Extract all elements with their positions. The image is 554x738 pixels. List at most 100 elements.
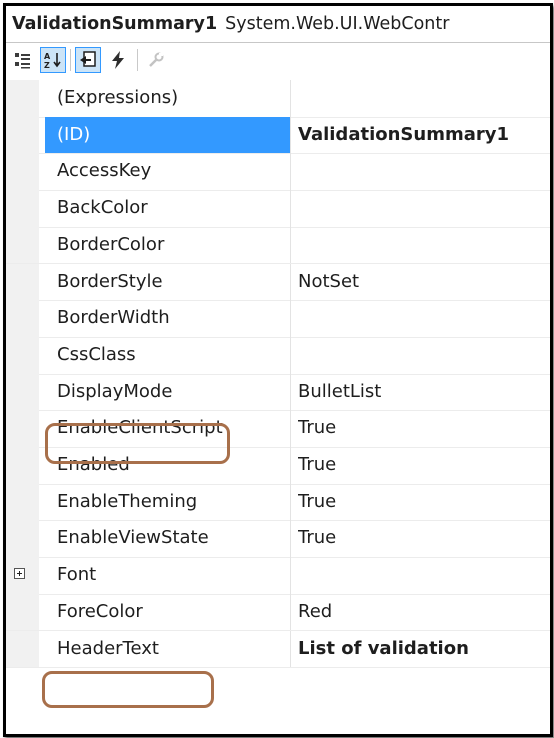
property-row-headertext[interactable]: HeaderText List of validation (6, 630, 550, 669)
object-type: System.Web.UI.WebContr (225, 14, 450, 34)
property-name: EnableClientScript (57, 417, 223, 439)
property-grid: (Expressions) (ID) ValidationSummary1 Ac… (6, 80, 550, 734)
property-row-font[interactable]: Font (6, 557, 550, 595)
property-value[interactable]: BulletList (298, 374, 550, 411)
column-divider (290, 593, 291, 631)
row-gutter (6, 336, 39, 374)
row-gutter (6, 116, 39, 154)
object-selector[interactable]: ValidationSummary1 System.Web.UI.WebContr (6, 6, 550, 43)
property-name: BorderColor (57, 233, 165, 255)
column-divider (290, 300, 291, 337)
svg-text:Z: Z (44, 61, 50, 70)
object-name: ValidationSummary1 (12, 14, 218, 34)
column-divider (290, 263, 291, 301)
property-value[interactable]: True (298, 484, 550, 521)
property-row-cssclass[interactable]: CssClass (6, 336, 550, 375)
alphabetical-icon: A Z (44, 52, 61, 70)
property-name: DisplayMode (57, 380, 173, 402)
column-divider (290, 190, 291, 227)
property-name: Enabled (57, 454, 130, 475)
svg-text:A: A (44, 52, 51, 61)
property-row-enabletheming[interactable]: EnableTheming True (6, 483, 550, 522)
row-gutter (6, 630, 39, 668)
column-divider (290, 226, 291, 264)
column-divider (290, 483, 291, 521)
properties-window: ValidationSummary1 System.Web.UI.WebContr… (3, 3, 553, 737)
row-gutter (6, 447, 39, 484)
properties-button[interactable] (75, 47, 101, 73)
property-name: BorderStyle (57, 270, 163, 292)
row-gutter (6, 226, 39, 264)
column-divider (290, 630, 291, 668)
row-gutter (6, 483, 39, 521)
property-row-id[interactable]: (ID) ValidationSummary1 (6, 116, 550, 155)
events-icon (112, 51, 124, 69)
property-row-expressions[interactable]: (Expressions) (6, 80, 550, 118)
properties-toolbar: A Z (6, 43, 550, 79)
property-row-enableviewstate[interactable]: EnableViewState True (6, 520, 550, 559)
property-name: CssClass (57, 343, 136, 365)
property-row-enableclientscript[interactable]: EnableClientScript True (6, 410, 550, 448)
property-name: (ID) (45, 116, 290, 154)
toolbar-separator (70, 49, 71, 71)
row-gutter (6, 190, 39, 227)
property-name: BorderWidth (57, 307, 170, 329)
property-value[interactable]: ValidationSummary1 (298, 117, 550, 154)
property-value[interactable]: Red (298, 594, 550, 631)
column-divider (290, 80, 291, 117)
property-row-borderwidth[interactable]: BorderWidth (6, 300, 550, 338)
property-name: BackColor (57, 197, 148, 219)
property-value[interactable]: NotSet (298, 264, 550, 301)
row-gutter (6, 520, 39, 558)
property-row-borderstyle[interactable]: BorderStyle NotSet (6, 263, 550, 302)
property-value[interactable] (298, 337, 550, 374)
column-divider (290, 410, 291, 447)
events-button[interactable] (105, 47, 131, 73)
column-divider (290, 116, 291, 154)
property-row-forecolor[interactable]: ForeColor Red (6, 593, 550, 632)
toolbar-separator (137, 49, 138, 71)
property-name: AccessKey (57, 160, 152, 182)
property-value[interactable] (298, 227, 550, 264)
property-row-displaymode[interactable]: DisplayMode BulletList (6, 373, 550, 412)
expand-plus-icon[interactable] (14, 568, 25, 580)
property-row-enabled[interactable]: Enabled True (6, 447, 550, 485)
property-value[interactable] (298, 190, 550, 227)
property-name: (Expressions) (57, 87, 179, 108)
column-divider (290, 373, 291, 411)
column-divider (290, 336, 291, 374)
property-name: EnableTheming (57, 490, 198, 512)
alphabetical-button[interactable]: A Z (40, 47, 66, 73)
row-gutter (6, 263, 39, 301)
row-gutter (6, 410, 39, 447)
property-value[interactable] (298, 153, 550, 190)
row-gutter (6, 80, 39, 117)
row-gutter (6, 557, 39, 594)
row-gutter (6, 153, 39, 191)
property-pages-button[interactable] (143, 47, 169, 73)
property-value[interactable]: True (298, 410, 550, 447)
column-divider (290, 557, 291, 594)
property-name: HeaderText (57, 637, 159, 659)
column-divider (290, 520, 291, 558)
property-value[interactable]: True (298, 447, 550, 484)
property-row-bordercolor[interactable]: BorderColor (6, 226, 550, 265)
column-divider (290, 447, 291, 484)
property-name: ForeColor (57, 600, 143, 622)
property-value[interactable] (298, 557, 550, 594)
row-gutter (6, 373, 39, 411)
property-row-accesskey[interactable]: AccessKey (6, 153, 550, 192)
categorized-icon (15, 53, 30, 69)
row-gutter (6, 300, 39, 337)
property-row-backcolor[interactable]: BackColor (6, 190, 550, 228)
property-value[interactable] (298, 80, 550, 117)
property-value[interactable]: True (298, 520, 550, 557)
row-gutter (6, 593, 39, 631)
categorized-button[interactable] (10, 47, 36, 73)
property-value[interactable] (298, 300, 550, 337)
column-divider (290, 153, 291, 191)
property-name: EnableViewState (57, 527, 209, 549)
property-value[interactable]: List of validation (298, 631, 550, 668)
property-pages-icon (149, 52, 164, 67)
property-name: Font (57, 564, 97, 586)
